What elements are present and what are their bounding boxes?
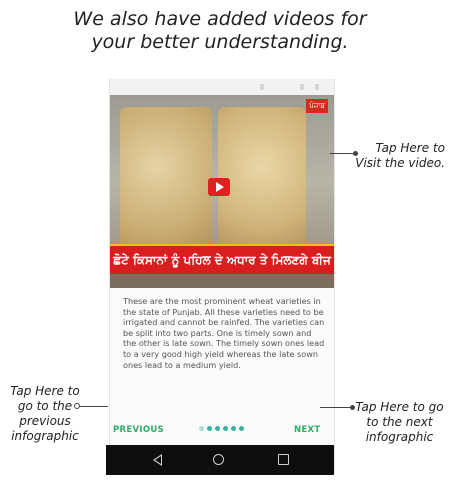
video-caption: ਛੋਟੇ ਕਿਸਾਨਾਂ ਨੂੰ ਪਹਿਲ ਦੇ ਅਧਾਰ ਤੇ ਮਿਲਣਗੇ … xyxy=(110,244,334,274)
video-thumbnail[interactable]: ਪੰਜਾਬ ਛੋਟੇ ਕਿਸਾਨਾਂ ਨੂੰ ਪਹਿਲ ਦੇ ਅਧਾਰ ਤੇ ਮ… xyxy=(110,95,334,288)
next-button[interactable]: NEXT xyxy=(294,425,320,435)
recent-apps-icon[interactable] xyxy=(278,454,289,465)
page-dot xyxy=(223,426,228,431)
page-dot xyxy=(215,426,220,431)
next-callout: Tap Here to go to the next infographic xyxy=(355,400,444,444)
headline: We also have added videos for your bette… xyxy=(73,8,367,53)
seed-bag-image xyxy=(218,107,306,257)
callout-dot xyxy=(350,405,355,410)
description-text: These are the most prominent wheat varie… xyxy=(123,296,325,370)
video-footer xyxy=(110,274,334,288)
callout-dot xyxy=(353,151,358,156)
page-dot xyxy=(231,426,236,431)
back-icon[interactable] xyxy=(152,454,162,466)
signal-icon xyxy=(260,84,264,90)
previous-callout: Tap Here to go to the previous infograph… xyxy=(10,384,80,443)
home-icon[interactable] xyxy=(213,454,224,465)
video-callout: Tap Here to Visit the video. xyxy=(355,141,445,170)
callout-dot xyxy=(74,403,80,409)
page-dot xyxy=(239,426,244,431)
battery-icon xyxy=(315,84,319,90)
previous-button[interactable]: PREVIOUS xyxy=(113,425,164,435)
page-dot xyxy=(199,426,204,431)
system-nav-bar xyxy=(106,445,334,475)
status-bar xyxy=(110,79,334,95)
phone-screen: ਪੰਜਾਬ ਛੋਟੇ ਕਿਸਾਨਾਂ ਨੂੰ ਪਹਿਲ ਦੇ ਅਧਾਰ ਤੇ ਮ… xyxy=(109,79,335,473)
page-indicator xyxy=(199,426,244,431)
callout-line xyxy=(320,407,353,409)
callout-line xyxy=(78,406,108,408)
page-dot xyxy=(207,426,212,431)
play-icon[interactable] xyxy=(208,178,230,196)
wifi-icon xyxy=(300,84,304,90)
channel-logo: ਪੰਜਾਬ xyxy=(306,99,328,113)
seed-bag-image xyxy=(120,107,212,257)
